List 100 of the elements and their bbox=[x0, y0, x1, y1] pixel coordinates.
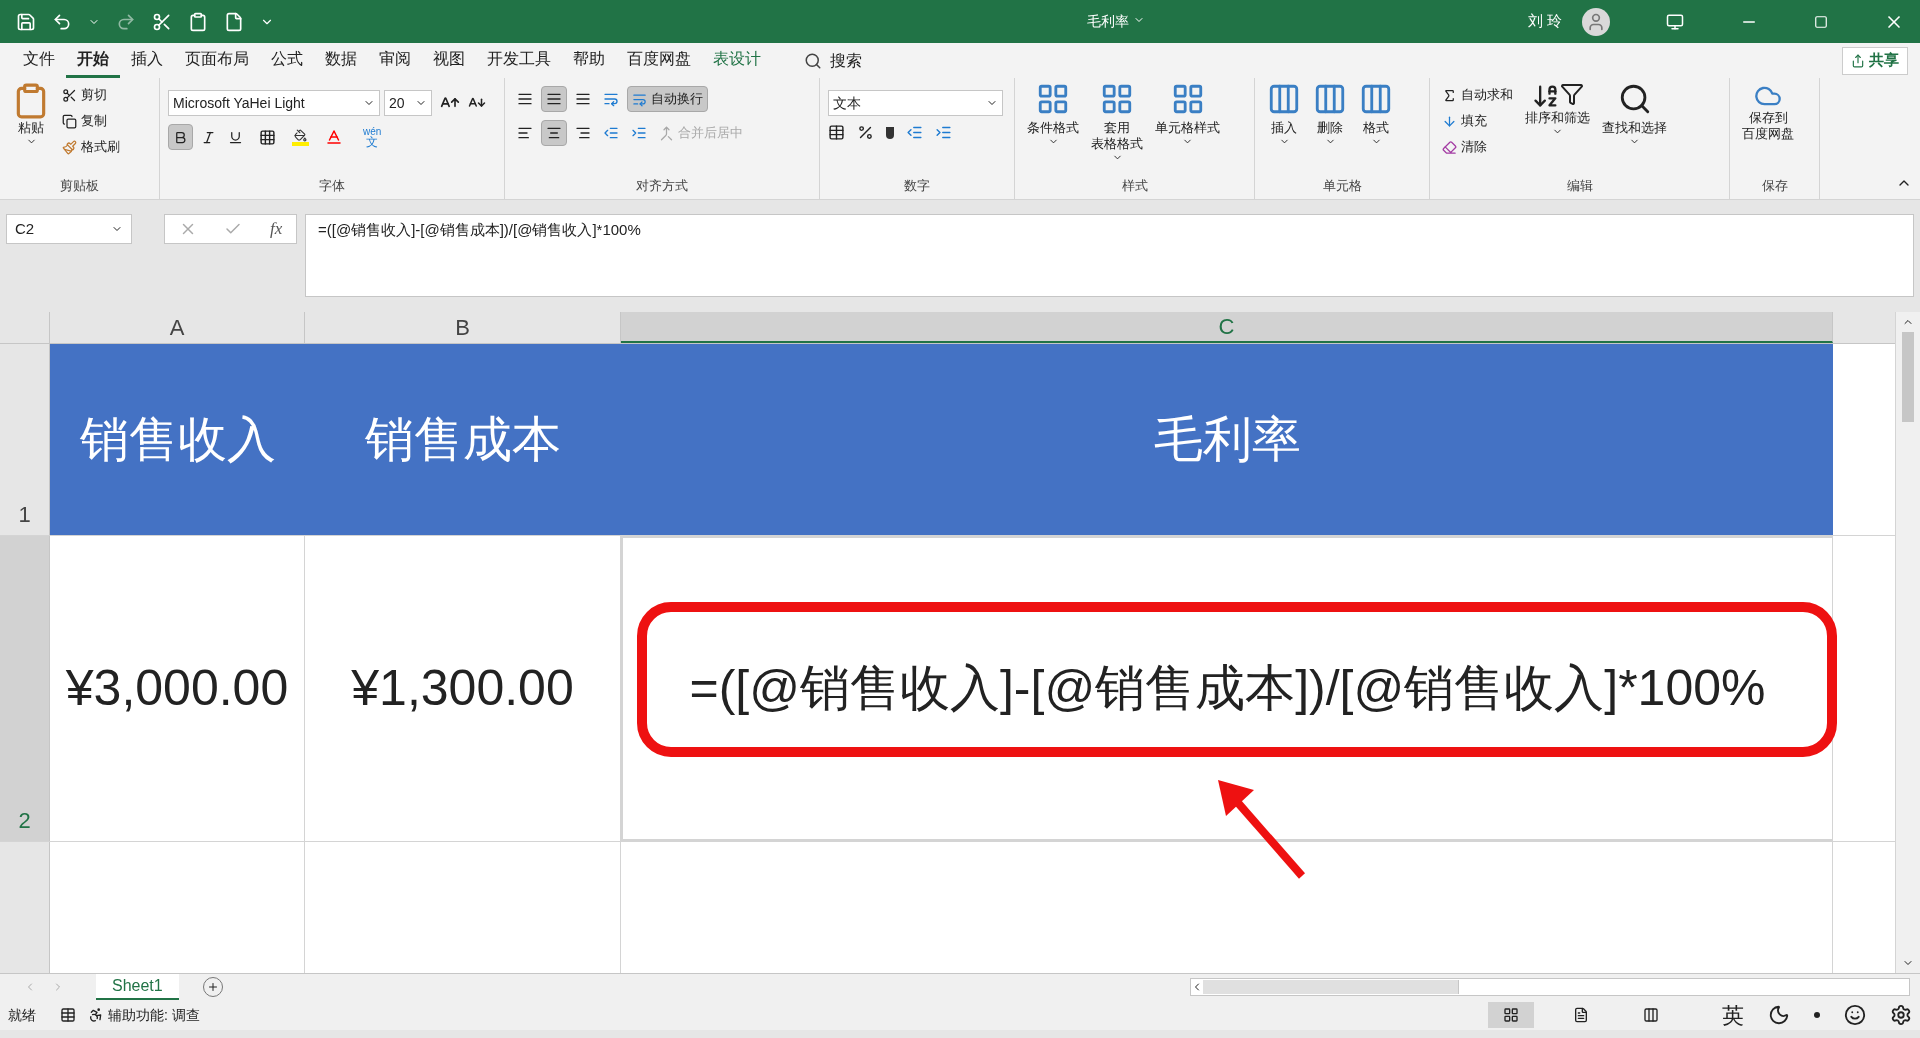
ribbon-display-icon[interactable] bbox=[1666, 12, 1684, 31]
column-header[interactable]: C bbox=[621, 312, 1833, 343]
percent-icon[interactable] bbox=[857, 124, 874, 141]
row-header[interactable]: 2 bbox=[0, 536, 50, 841]
table-cell[interactable]: ¥3,000.00 bbox=[50, 536, 305, 841]
number-format-field[interactable]: 文本 bbox=[828, 90, 1003, 116]
ribbon-tab[interactable]: 视图 bbox=[422, 43, 476, 78]
align-right-icon bbox=[575, 125, 591, 141]
group-label: 保存 bbox=[1761, 176, 1788, 195]
sort-filter-button[interactable]: 排序和筛选 bbox=[1521, 82, 1594, 137]
moon-icon[interactable] bbox=[1768, 1004, 1790, 1026]
columns-icon bbox=[1643, 1007, 1659, 1023]
ribbon-tab[interactable]: 公式 bbox=[260, 43, 314, 78]
comma-icon[interactable] bbox=[886, 126, 894, 139]
cell-button[interactable]: 插入 bbox=[1263, 82, 1305, 147]
align-left-icon bbox=[517, 125, 533, 141]
decrease-decimal-icon[interactable] bbox=[935, 124, 952, 141]
horizontal-scrollbar[interactable] bbox=[1190, 978, 1910, 996]
copy-button[interactable]: 复制 bbox=[58, 108, 124, 134]
clipboard-icon[interactable] bbox=[188, 11, 208, 32]
share-button[interactable]: 共享 bbox=[1842, 46, 1908, 75]
increase-indent-icon bbox=[631, 125, 647, 141]
settings-icon[interactable] bbox=[1890, 1004, 1912, 1026]
ime-language[interactable]: 英 bbox=[1722, 998, 1744, 1032]
scissors-icon[interactable] bbox=[152, 11, 172, 32]
sheet-tab[interactable]: Sheet1 bbox=[96, 974, 179, 1000]
undo-icon[interactable] bbox=[52, 11, 72, 32]
cells-icon bbox=[1359, 82, 1393, 116]
cell-button[interactable]: 删除 bbox=[1309, 82, 1351, 147]
orientation-icon bbox=[603, 91, 619, 107]
font-color-icon[interactable] bbox=[325, 128, 343, 146]
restore-icon[interactable] bbox=[1814, 14, 1828, 29]
header-cell[interactable]: 销售收入 bbox=[50, 344, 305, 535]
ribbon-tab[interactable]: 表设计 bbox=[702, 43, 772, 78]
style-button[interactable]: 单元格样式 bbox=[1151, 82, 1224, 147]
search-button[interactable]: 搜索 bbox=[830, 48, 862, 73]
merge-center-icon bbox=[659, 125, 674, 141]
clear-icon bbox=[1442, 139, 1457, 155]
wrap-text-button[interactable]: 自动换行 bbox=[627, 86, 708, 112]
vertical-scrollbar[interactable] bbox=[1895, 312, 1920, 973]
cut-icon bbox=[62, 87, 77, 103]
share-icon bbox=[1851, 53, 1865, 68]
new-file-icon[interactable] bbox=[224, 11, 244, 32]
group-label: 样式 bbox=[1121, 176, 1148, 195]
cell-button[interactable]: 格式 bbox=[1355, 82, 1397, 147]
insert-function-icon[interactable]: fx bbox=[269, 216, 283, 242]
ribbon-tab[interactable]: 页面布局 bbox=[174, 43, 260, 78]
font-name-field[interactable]: Microsoft YaHei Light bbox=[168, 90, 380, 116]
middle-align-button[interactable] bbox=[541, 86, 567, 112]
avatar-icon[interactable] bbox=[1582, 7, 1610, 36]
clear-button[interactable]: 清除 bbox=[1438, 134, 1517, 160]
view-mode-button[interactable] bbox=[1488, 1002, 1534, 1028]
paste-button[interactable]: 粘贴 bbox=[8, 82, 54, 147]
ribbon-tab[interactable]: 数据 bbox=[314, 43, 368, 78]
scroll-thumb[interactable] bbox=[1203, 980, 1459, 994]
font-size-field[interactable]: 20 bbox=[384, 90, 432, 116]
row-header[interactable]: 1 bbox=[0, 344, 50, 535]
group-label: 编辑 bbox=[1566, 176, 1593, 195]
name-box[interactable]: C2 bbox=[6, 214, 132, 244]
ribbon-tab[interactable]: 审阅 bbox=[368, 43, 422, 78]
table-cell[interactable]: =([@销售收入]-[@销售成本])/[@销售收入]*100% bbox=[621, 536, 1833, 841]
ribbon-tab[interactable]: 百度网盘 bbox=[616, 43, 702, 78]
window-title[interactable]: 毛利率 bbox=[1086, 11, 1129, 32]
status-text: 就绪 bbox=[8, 1005, 36, 1025]
table-style-icon bbox=[1036, 82, 1070, 116]
ribbon-tab[interactable]: 开发工具 bbox=[476, 43, 562, 78]
borders-icon[interactable] bbox=[259, 128, 276, 146]
align-center-button[interactable] bbox=[541, 120, 567, 146]
column-header[interactable]: A bbox=[50, 312, 305, 343]
punctuation-icon[interactable] bbox=[1814, 1012, 1820, 1018]
fill-color-icon[interactable] bbox=[292, 128, 309, 146]
bold-button[interactable] bbox=[168, 124, 193, 150]
save-to-cloud-button[interactable]: 保存到 百度网盘 bbox=[1738, 82, 1798, 142]
style-button[interactable]: 条件格式 bbox=[1023, 82, 1083, 147]
increase-decimal-icon[interactable] bbox=[906, 124, 923, 141]
save-icon[interactable] bbox=[16, 11, 36, 32]
style-button[interactable]: 套用 表格格式 bbox=[1087, 82, 1147, 163]
currency-icon[interactable] bbox=[828, 124, 845, 141]
smiley-icon[interactable] bbox=[1844, 1004, 1866, 1026]
autosum-button[interactable]: 自动求和 bbox=[1438, 82, 1517, 108]
ribbon-tab[interactable]: 插入 bbox=[120, 43, 174, 78]
group-label: 字体 bbox=[319, 176, 345, 195]
format-painter-button[interactable]: 格式刷 bbox=[58, 134, 124, 160]
scroll-thumb[interactable] bbox=[1902, 332, 1914, 422]
accessibility-status[interactable]: 辅助功能: 调查 bbox=[108, 1004, 200, 1026]
search-icon[interactable] bbox=[804, 51, 822, 70]
ribbon-tab[interactable]: 文件 bbox=[12, 43, 66, 78]
macro-icon[interactable] bbox=[60, 1007, 76, 1023]
cut-button[interactable]: 剪切 bbox=[58, 82, 124, 108]
find-select-button[interactable]: 查找和选择 bbox=[1598, 82, 1671, 147]
formula-field[interactable]: =([@销售收入]-[@销售成本])/[@销售收入]*100% bbox=[305, 214, 1914, 297]
user-name: 刘 玲 bbox=[1527, 11, 1562, 32]
header-cell[interactable]: 销售成本 bbox=[305, 344, 621, 535]
phonetic-button[interactable]: wén 文 bbox=[363, 127, 382, 147]
autosum-icon bbox=[1442, 87, 1457, 103]
table-cell[interactable]: ¥1,300.00 bbox=[305, 536, 621, 841]
header-cell[interactable]: 毛利率 bbox=[621, 344, 1833, 535]
cells-icon bbox=[1267, 82, 1301, 116]
ribbon-tab[interactable]: 帮助 bbox=[562, 43, 616, 78]
fill-button[interactable]: 填充 bbox=[1438, 108, 1517, 134]
